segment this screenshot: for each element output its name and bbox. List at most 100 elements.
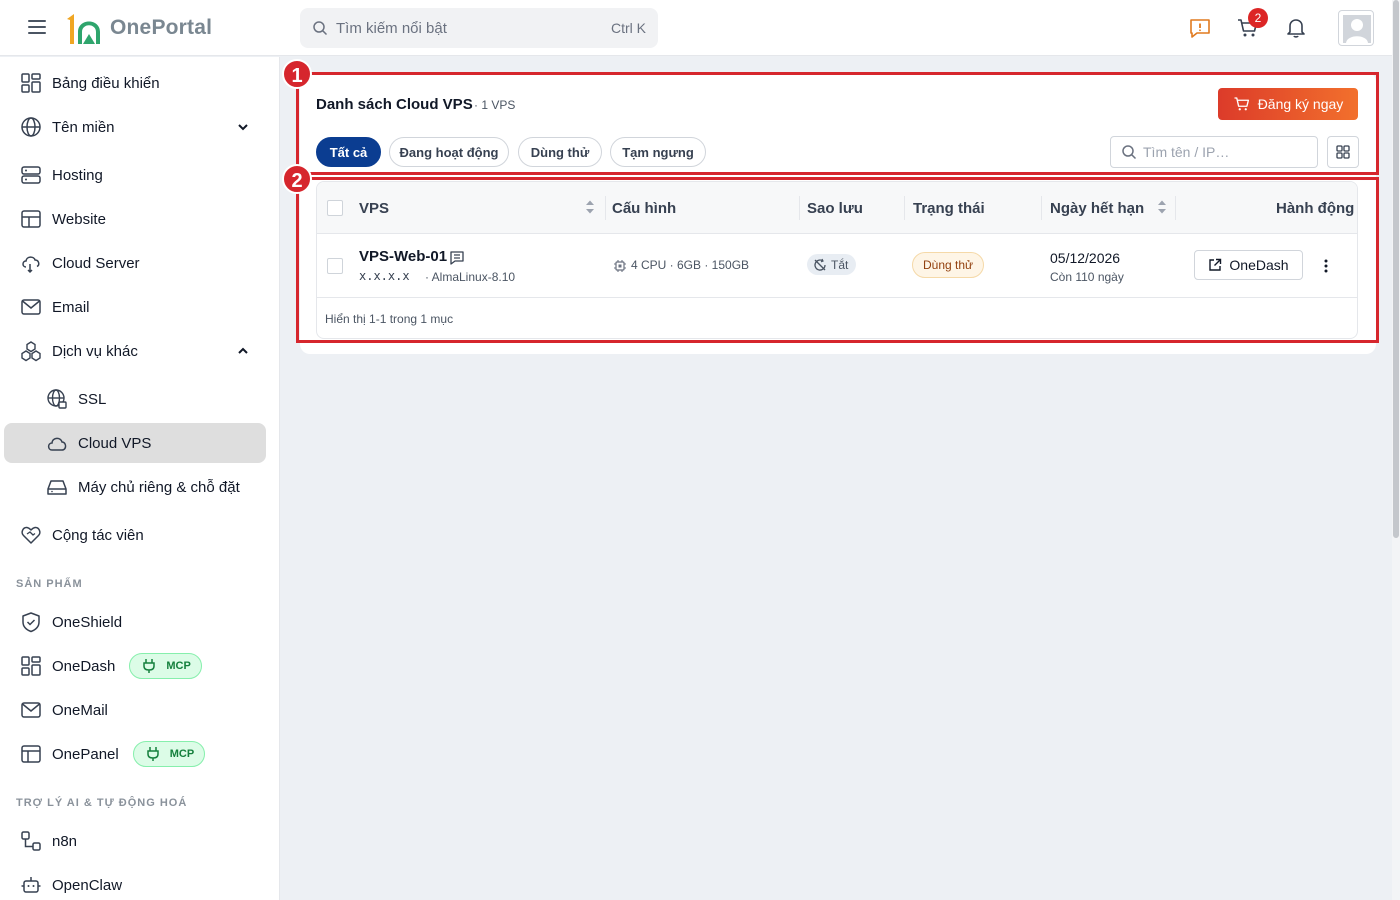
expiry-date: 05/12/2026 <box>1050 250 1121 266</box>
server-icon <box>21 166 41 184</box>
vps-search-placeholder: Tìm tên / IP… <box>1143 144 1230 160</box>
top-bar: OnePortal Tìm kiếm nổi bật Ctrl K 2 <box>0 0 1400 56</box>
sidebar-item-label: Bảng điều khiển <box>52 74 160 92</box>
avatar[interactable] <box>1338 10 1374 46</box>
filter-all[interactable]: Tất cả <box>316 137 381 167</box>
grid-icon <box>1336 145 1350 159</box>
sidebar-item-oneshield[interactable]: OneShield <box>4 602 266 642</box>
sort-icon[interactable] <box>585 199 595 215</box>
sidebar-item-label: Cộng tác viên <box>52 526 144 544</box>
open-onedash-label: OneDash <box>1229 257 1289 273</box>
logo[interactable]: OnePortal <box>64 10 212 46</box>
sidebar-item-onemail[interactable]: OneMail <box>4 690 266 730</box>
annotation-marker-2: 2 <box>282 164 312 194</box>
sidebar-item-label: OnePanel <box>52 745 119 763</box>
sidebar-item-ssl[interactable]: SSL <box>4 379 266 419</box>
table-row[interactable]: VPS-Web-01 x.x.x.x · AlmaLinux-8.10 4 CP… <box>317 234 1357 298</box>
globe-icon <box>21 117 41 137</box>
vps-search-input[interactable]: Tìm tên / IP… <box>1110 136 1318 168</box>
sidebar-item-label: Hosting <box>52 166 103 184</box>
mcp-badge-label: MCP <box>166 660 191 672</box>
vps-ip: x.x.x.x <box>359 269 410 283</box>
select-all-checkbox[interactable] <box>327 200 343 216</box>
annotation-marker-1: 1 <box>282 59 312 89</box>
search-placeholder: Tìm kiếm nổi bật <box>336 19 447 37</box>
more-vertical-icon[interactable] <box>1317 256 1335 276</box>
cpu-icon <box>614 260 626 272</box>
column-header-expiry: Ngày hết hạn <box>1050 200 1145 217</box>
plug-icon <box>146 747 159 761</box>
days-remaining: Còn 110 ngày <box>1050 270 1124 284</box>
row-checkbox[interactable] <box>327 258 343 274</box>
sidebar-item-label: OneMail <box>52 701 108 719</box>
sidebar-item-affiliate[interactable]: Cộng tác viên <box>4 515 266 555</box>
sidebar-item-cloud-server[interactable]: Cloud Server <box>4 243 266 283</box>
register-now-label: Đăng ký ngay <box>1257 96 1344 112</box>
sort-icon[interactable] <box>1157 199 1167 215</box>
column-header-actions: Hành động <box>1276 200 1355 217</box>
cloud-server-icon <box>22 256 40 274</box>
feedback-icon[interactable] <box>1188 16 1212 40</box>
chevron-up-icon <box>238 347 248 354</box>
website-icon <box>21 210 41 228</box>
filter-trial[interactable]: Dùng thử <box>518 137 602 167</box>
external-link-icon <box>1209 258 1222 271</box>
sidebar-item-label: Email <box>52 298 90 316</box>
shield-icon <box>22 612 40 633</box>
sidebar-item-label: Máy chủ riêng & chỗ đặt <box>78 478 240 496</box>
plug-icon <box>143 659 156 673</box>
cart-icon <box>1234 97 1249 111</box>
vps-name[interactable]: VPS-Web-01 <box>359 248 447 265</box>
user-icon <box>1343 15 1371 43</box>
vps-table: VPS Cấu hình Sao lưu Trạng thái Ngày hết… <box>316 181 1358 339</box>
filter-active[interactable]: Đang hoạt động <box>389 137 509 167</box>
register-now-button[interactable]: Đăng ký ngay <box>1218 88 1358 120</box>
panel-layout-icon <box>21 745 41 763</box>
filter-suspended[interactable]: Tạm ngưng <box>610 137 706 167</box>
vps-os: · AlmaLinux-8.10 <box>425 270 516 284</box>
bell-icon[interactable] <box>1284 16 1308 40</box>
sidebar-item-cloud-vps[interactable]: Cloud VPS <box>4 423 266 463</box>
column-header-backup: Sao lưu <box>807 200 863 217</box>
status-badge: Dùng thử <box>912 252 985 278</box>
page-scrollbar[interactable] <box>1392 0 1400 900</box>
sidebar-item-label: Dịch vụ khác <box>52 342 138 360</box>
handshake-heart-icon <box>21 526 41 544</box>
sidebar-item-website[interactable]: Website <box>4 199 266 239</box>
column-header-vps: VPS <box>359 200 390 217</box>
sidebar-item-label: n8n <box>52 832 78 850</box>
sidebar-item-email[interactable]: Email <box>4 287 266 327</box>
sidebar-item-openclaw[interactable]: OpenClaw <box>4 865 266 900</box>
sidebar-item-hosting[interactable]: Hosting <box>4 155 266 195</box>
open-onedash-button[interactable]: OneDash <box>1194 250 1303 280</box>
hard-drive-icon <box>47 480 67 495</box>
sidebar-item-label: Cloud VPS <box>78 434 152 452</box>
sidebar-item-other-services[interactable]: Dịch vụ khác <box>4 331 266 371</box>
cloud-icon <box>47 437 67 451</box>
sidebar-item-label: Tên miền <box>52 118 115 136</box>
note-icon[interactable] <box>449 250 465 266</box>
vps-config: 4 CPU · 6GB · 150GB <box>631 258 750 272</box>
brand-name: OnePortal <box>110 16 213 39</box>
boxes-icon <box>21 341 41 362</box>
sidebar-item-domain[interactable]: Tên miền <box>4 107 266 147</box>
global-search[interactable]: Tìm kiếm nổi bật Ctrl K <box>300 8 658 48</box>
sidebar-item-label: OpenClaw <box>52 876 123 894</box>
mcp-badge: MCP <box>132 741 206 767</box>
column-header-status: Trạng thái <box>913 200 985 217</box>
sidebar-item-dedicated-server[interactable]: Máy chủ riêng & chỗ đặt <box>4 467 266 507</box>
cart-count-badge: 2 <box>1248 8 1268 28</box>
vps-count: · 1 VPS <box>474 98 516 112</box>
sidebar-item-onedash[interactable]: OneDash MCP <box>4 646 266 686</box>
search-icon <box>1122 145 1137 160</box>
sidebar-item-n8n[interactable]: n8n <box>4 821 266 861</box>
sidebar-item-label: Website <box>52 210 106 228</box>
oneportal-logo-icon <box>67 14 100 44</box>
mail-icon <box>21 299 41 315</box>
sidebar-item-dashboard[interactable]: Bảng điều khiển <box>4 63 266 103</box>
grid-view-button[interactable] <box>1327 136 1359 168</box>
robot-icon <box>21 877 41 893</box>
menu-icon[interactable] <box>28 20 46 34</box>
section-title-products: SẢN PHẨM <box>16 578 83 590</box>
sidebar-item-onepanel[interactable]: OnePanel MCP <box>4 734 266 774</box>
